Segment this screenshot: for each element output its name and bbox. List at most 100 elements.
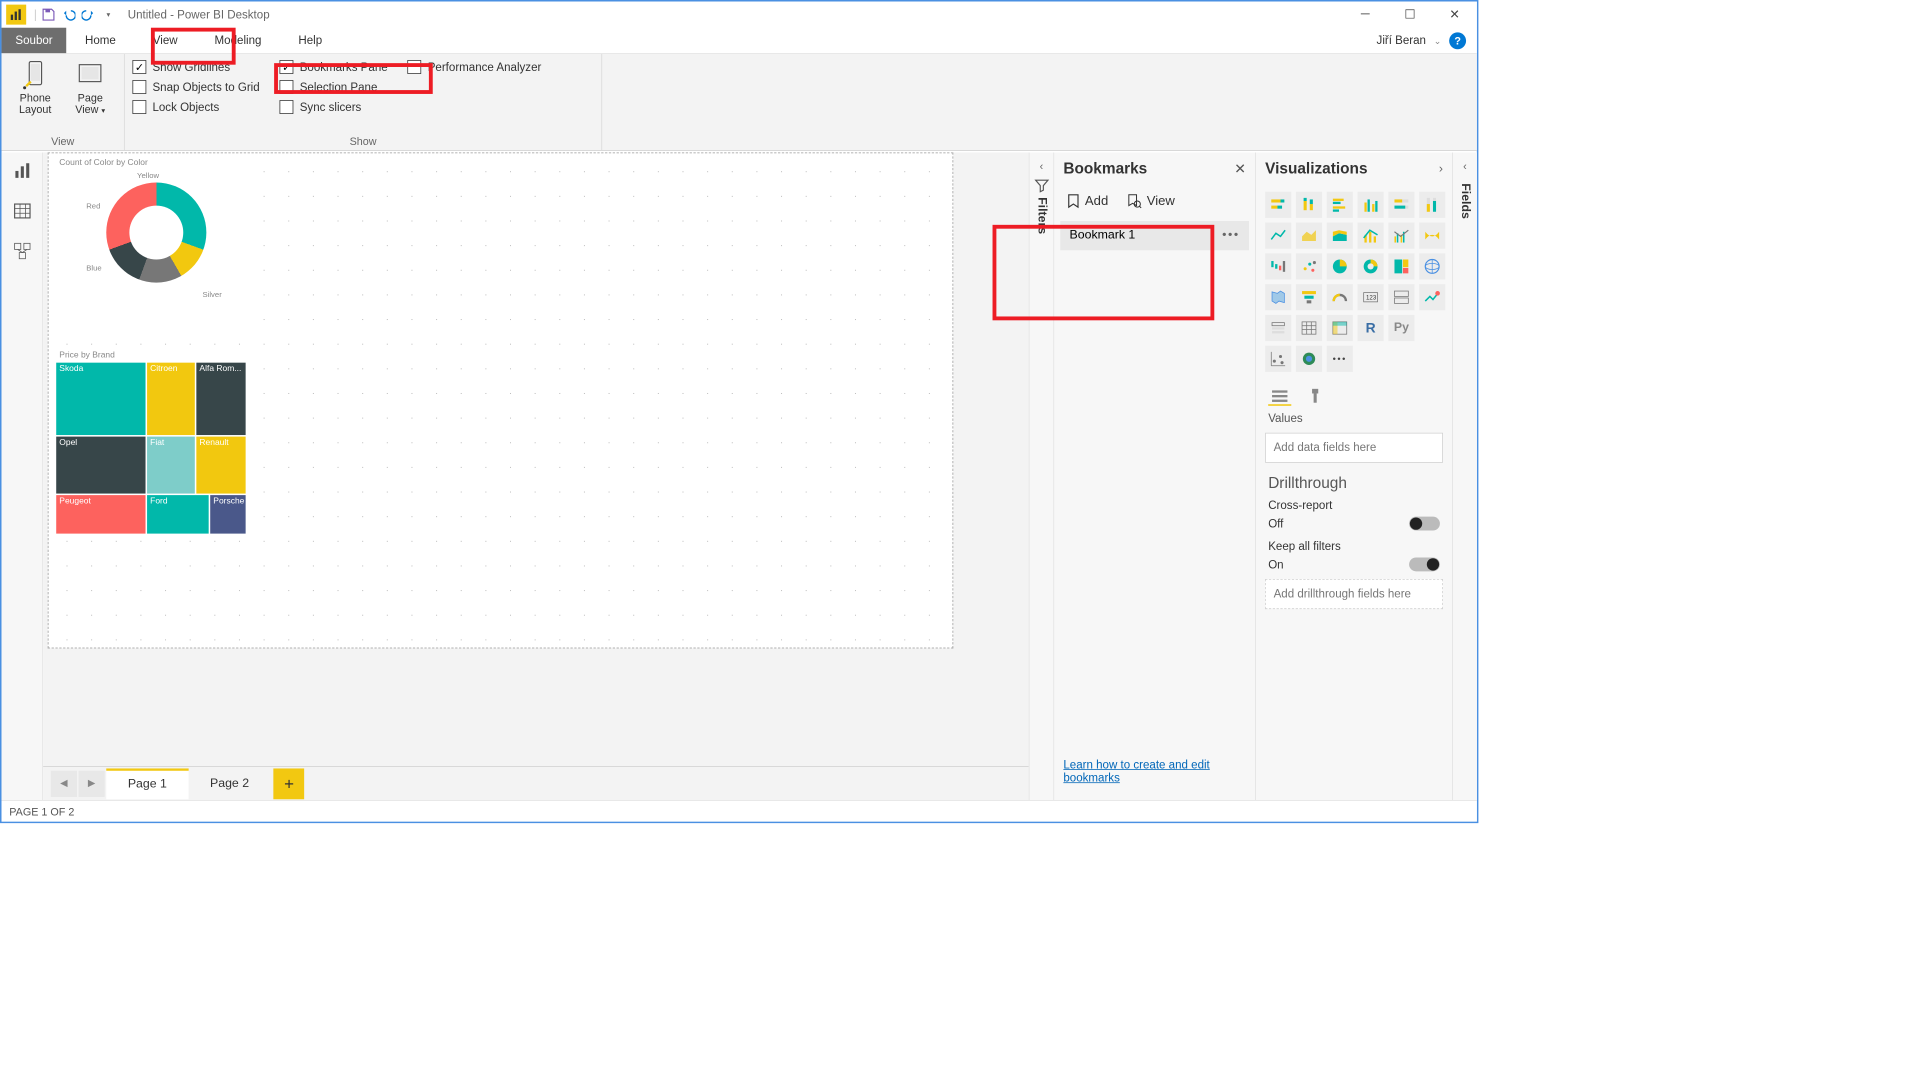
save-icon[interactable] bbox=[40, 6, 57, 23]
viz-map-icon[interactable] bbox=[1419, 253, 1445, 279]
viz-card-icon[interactable]: 123 bbox=[1358, 284, 1384, 310]
fields-tab-icon[interactable] bbox=[1268, 386, 1291, 406]
ribbon: Phone Layout Page View ▾ View ✓Show Grid… bbox=[2, 54, 1477, 151]
viz-table-icon[interactable] bbox=[1296, 315, 1322, 341]
viz-funnel-icon[interactable] bbox=[1296, 284, 1322, 310]
viz-line-icon[interactable] bbox=[1265, 223, 1291, 249]
cross-report-state: Off bbox=[1268, 517, 1283, 530]
fields-pane-collapsed[interactable]: ‹ Fields bbox=[1452, 152, 1477, 800]
redo-icon[interactable] bbox=[80, 6, 97, 23]
report-canvas[interactable]: Count of Color by Color Yellow Red Blue … bbox=[48, 152, 954, 648]
tab-modeling[interactable]: Modeling bbox=[196, 28, 280, 53]
file-menu[interactable]: Soubor bbox=[2, 28, 67, 53]
check-lock-objects[interactable]: Lock Objects bbox=[132, 100, 259, 114]
canvas-area: Count of Color by Color Yellow Red Blue … bbox=[43, 152, 1029, 800]
drillthrough-heading: Drillthrough bbox=[1256, 467, 1452, 497]
viz-100-bar-icon[interactable] bbox=[1388, 192, 1414, 218]
bookmarks-add-button[interactable]: Add bbox=[1066, 193, 1108, 208]
viz-stacked-bar-icon[interactable] bbox=[1265, 192, 1291, 218]
viz-100-column-icon[interactable] bbox=[1419, 192, 1445, 218]
values-drop-area[interactable]: Add data fields here bbox=[1265, 433, 1443, 463]
bookmarks-help-link[interactable]: Learn how to create and edit bookmarks bbox=[1054, 748, 1255, 800]
viz-arcgis-icon[interactable] bbox=[1296, 346, 1322, 372]
filters-pane-collapsed[interactable]: ‹ Filters bbox=[1029, 152, 1054, 800]
bookmark-more-icon[interactable]: ••• bbox=[1222, 229, 1240, 243]
viz-donut-icon[interactable] bbox=[1358, 253, 1384, 279]
bookmark-item[interactable]: Bookmark 1 ••• bbox=[1060, 221, 1249, 250]
keep-filters-label: Keep all filters bbox=[1256, 534, 1452, 555]
viz-multirow-card-icon[interactable] bbox=[1388, 284, 1414, 310]
viz-line-clustered-icon[interactable] bbox=[1388, 223, 1414, 249]
treemap-visual[interactable]: Price by Brand Skoda Citroen Alfa Rom...… bbox=[56, 349, 256, 538]
viz-key-influencers-icon[interactable] bbox=[1265, 346, 1291, 372]
page-next-button[interactable]: ► bbox=[79, 770, 105, 796]
viz-stacked-area-icon[interactable] bbox=[1327, 223, 1353, 249]
treemap-chart: Skoda Citroen Alfa Rom... Opel Fiat Rena… bbox=[56, 363, 245, 534]
tab-home[interactable]: Home bbox=[67, 28, 135, 53]
viz-gauge-icon[interactable] bbox=[1327, 284, 1353, 310]
cross-report-label: Cross-report bbox=[1256, 497, 1452, 513]
viz-ribbon-icon[interactable] bbox=[1419, 223, 1445, 249]
report-view-icon[interactable] bbox=[11, 160, 33, 182]
viz-python-icon[interactable]: Py bbox=[1388, 315, 1414, 341]
maximize-button[interactable]: ☐ bbox=[1388, 2, 1433, 28]
page-tab-2[interactable]: Page 2 bbox=[188, 768, 270, 799]
page-view-button[interactable]: Page View ▾ bbox=[64, 59, 116, 117]
phone-layout-button[interactable]: Phone Layout bbox=[9, 59, 61, 117]
check-selection-pane[interactable]: Selection Pane bbox=[280, 80, 388, 94]
ribbon-group-view-label: View bbox=[2, 133, 124, 150]
viz-r-icon[interactable]: R bbox=[1358, 315, 1384, 341]
viz-pie-icon[interactable] bbox=[1327, 253, 1353, 279]
viz-kpi-icon[interactable] bbox=[1419, 284, 1445, 310]
viz-clustered-bar-icon[interactable] bbox=[1327, 192, 1353, 218]
keep-filters-toggle[interactable] bbox=[1409, 557, 1440, 571]
tab-view[interactable]: View bbox=[134, 28, 196, 53]
qat-dropdown-icon[interactable]: ▾ bbox=[100, 6, 117, 23]
user-area[interactable]: Jiří Beran ⌄ ? bbox=[1366, 28, 1477, 53]
workspace: Count of Color by Color Yellow Red Blue … bbox=[2, 152, 1477, 800]
collapse-viz-icon[interactable]: › bbox=[1439, 162, 1443, 176]
close-bookmarks-icon[interactable]: ✕ bbox=[1234, 161, 1246, 177]
check-snap-to-grid[interactable]: Snap Objects to Grid bbox=[132, 80, 259, 94]
bookmarks-view-button[interactable]: View bbox=[1127, 193, 1175, 208]
filter-icon bbox=[1034, 179, 1049, 193]
viz-area-icon[interactable] bbox=[1296, 223, 1322, 249]
viz-line-column-icon[interactable] bbox=[1358, 223, 1384, 249]
separator: | bbox=[34, 8, 37, 21]
viz-stacked-column-icon[interactable] bbox=[1296, 192, 1322, 218]
add-page-button[interactable]: + bbox=[274, 768, 305, 799]
viz-filled-map-icon[interactable] bbox=[1265, 284, 1291, 310]
undo-icon[interactable] bbox=[60, 6, 77, 23]
viz-waterfall-icon[interactable] bbox=[1265, 253, 1291, 279]
page-tab-1[interactable]: Page 1 bbox=[106, 768, 188, 799]
page-prev-button[interactable]: ◄ bbox=[51, 770, 77, 796]
cross-report-toggle[interactable] bbox=[1409, 517, 1440, 531]
check-bookmarks-pane[interactable]: ✓Bookmarks Pane bbox=[280, 60, 388, 74]
viz-treemap-icon[interactable] bbox=[1388, 253, 1414, 279]
expand-fields-icon[interactable]: ‹ bbox=[1463, 160, 1467, 172]
help-icon[interactable]: ? bbox=[1449, 32, 1466, 49]
format-tab-icon[interactable] bbox=[1304, 386, 1327, 406]
check-sync-slicers[interactable]: Sync slicers bbox=[280, 100, 388, 114]
viz-import-icon[interactable]: ••• bbox=[1327, 346, 1353, 372]
check-show-gridlines[interactable]: ✓Show Gridlines bbox=[132, 60, 259, 74]
window-controls: ─ ☐ ✕ bbox=[1343, 2, 1477, 28]
data-view-icon[interactable] bbox=[11, 200, 33, 222]
check-performance-analyzer[interactable]: Performance Analyzer bbox=[408, 60, 542, 74]
expand-filters-icon[interactable]: ‹ bbox=[1040, 160, 1044, 172]
visualizations-title: Visualizations bbox=[1265, 160, 1367, 178]
viz-slicer-icon[interactable] bbox=[1265, 315, 1291, 341]
close-button[interactable]: ✕ bbox=[1432, 2, 1477, 28]
visualization-gallery: 123 R Py ••• bbox=[1256, 186, 1452, 378]
left-nav bbox=[2, 152, 44, 800]
donut-chart-icon bbox=[106, 182, 206, 282]
tab-help[interactable]: Help bbox=[280, 28, 341, 53]
model-view-icon[interactable] bbox=[11, 240, 33, 262]
viz-clustered-column-icon[interactable] bbox=[1358, 192, 1384, 218]
window-title: Untitled - Power BI Desktop bbox=[128, 8, 270, 21]
donut-visual[interactable]: Count of Color by Color Yellow Red Blue … bbox=[56, 156, 256, 330]
viz-matrix-icon[interactable] bbox=[1327, 315, 1353, 341]
minimize-button[interactable]: ─ bbox=[1343, 2, 1388, 28]
viz-scatter-icon[interactable] bbox=[1296, 253, 1322, 279]
drillthrough-drop-area[interactable]: Add drillthrough fields here bbox=[1265, 579, 1443, 609]
